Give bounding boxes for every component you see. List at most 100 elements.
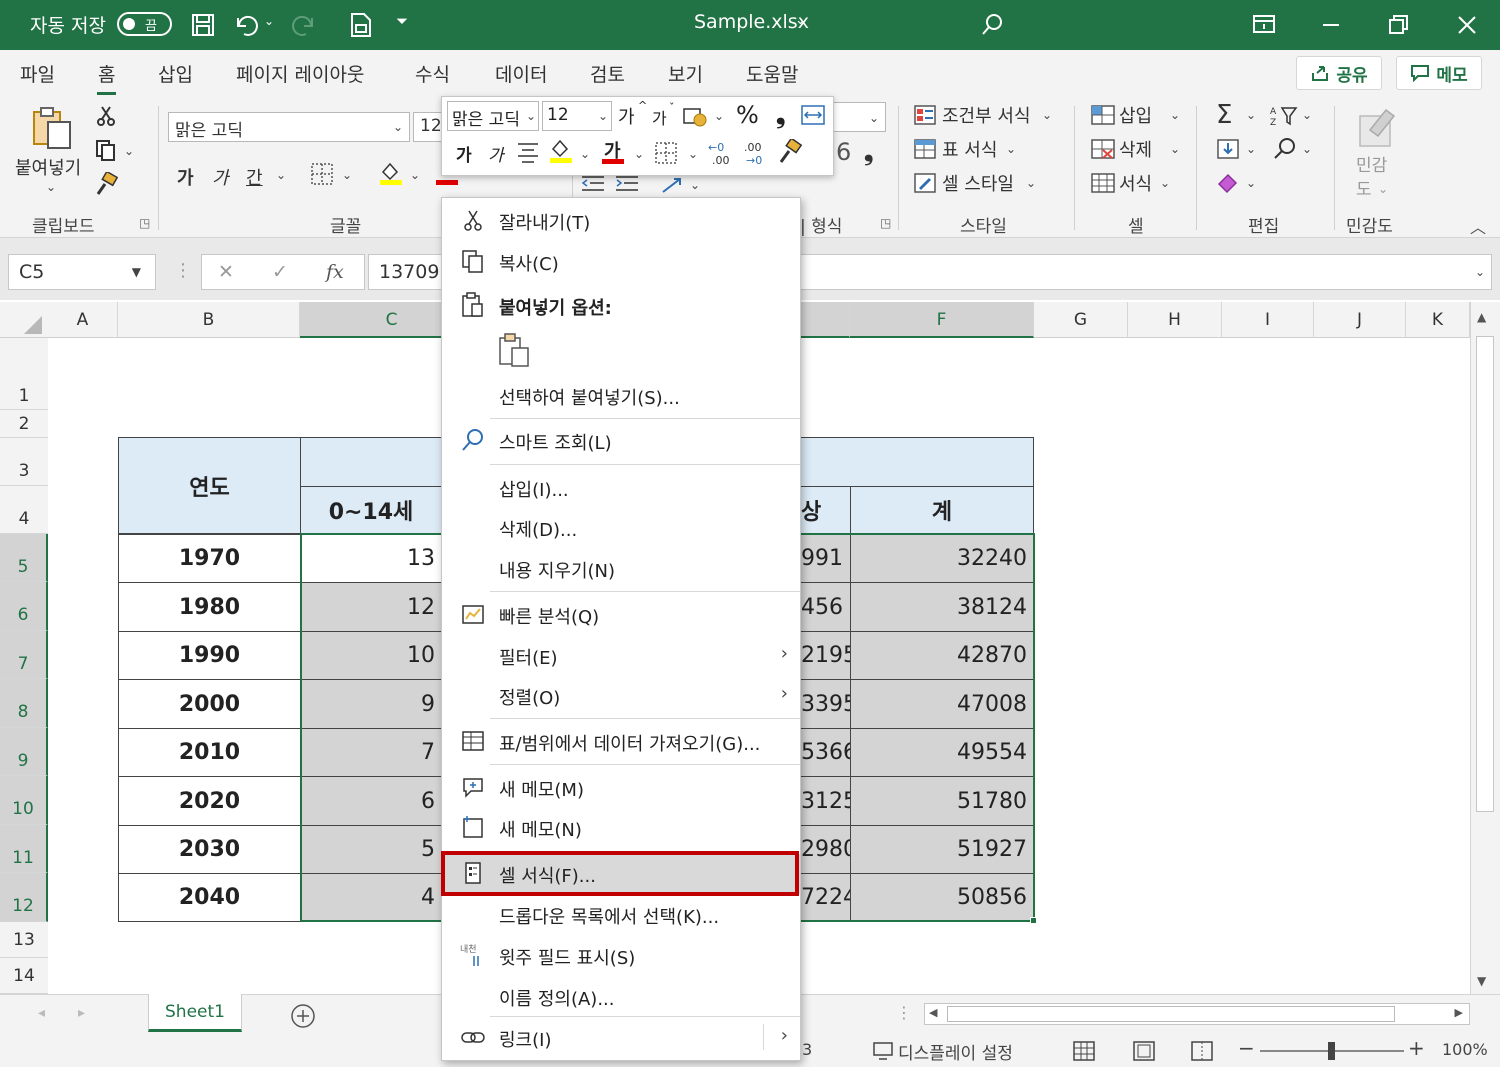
format-cells-ribbon-icon[interactable] [1090,172,1116,194]
e-value-cell[interactable]: 2980 [800,825,851,874]
menu-item-sort[interactable]: 정렬(O) › [442,676,800,714]
row-header-6[interactable]: 6 [0,582,48,631]
menu-item-insert[interactable]: 삽입(I)... [442,468,800,506]
copy-icon[interactable] [94,138,118,162]
undo-icon[interactable] [232,12,260,38]
decrease-indent-icon[interactable] [580,174,606,194]
year-cell[interactable]: 2020 [118,776,301,826]
menu-item-copy[interactable]: 복사(C) [442,242,800,280]
col-header-b[interactable]: B [118,302,300,338]
increase-indent-icon[interactable] [614,174,640,194]
mini-borders-icon[interactable] [654,141,678,165]
number-launcher-icon[interactable]: ◳ [880,216,891,230]
redo-icon[interactable] [290,12,318,38]
menu-item-new-comment[interactable]: 새 메모(M) [442,768,800,806]
underline-button[interactable]: 간 [246,164,263,190]
format-cells-dropdown-icon[interactable]: ⌄ [1160,176,1170,190]
c-value-cell[interactable]: 13 [300,534,442,583]
row-header-9[interactable]: 9 [0,728,48,776]
clear-dropdown-icon[interactable]: ⌄ [1246,176,1256,190]
sensitivity-dropdown-icon[interactable]: ⌄ [1378,182,1388,196]
hscroll-thumb[interactable] [947,1006,1395,1022]
tab-help[interactable]: 도움말 [746,60,798,87]
decrease-decimal-partial[interactable]: 6 [836,138,851,166]
mini-format-painter-icon[interactable] [776,139,804,165]
tab-review[interactable]: 검토 [590,60,625,87]
mini-center-align-icon[interactable] [516,141,540,163]
borders-dropdown-icon[interactable]: ⌄ [342,168,352,182]
row-header-2[interactable]: 2 [0,410,48,438]
delete-cells-button[interactable]: 삭제 [1119,136,1152,162]
mini-comma-button[interactable]: ❟ [776,101,785,129]
col-header-k[interactable]: K [1406,302,1470,338]
close-icon[interactable] [1456,14,1478,36]
sheet-tab-sheet1[interactable]: Sheet1 [148,994,242,1032]
autosum-dropdown-icon[interactable]: ⌄ [1246,108,1256,122]
row-header-10[interactable]: 10 [0,776,48,825]
c-value-cell[interactable]: 7 [300,728,442,777]
clear-icon[interactable] [1216,170,1242,194]
scroll-left-icon[interactable]: ◀ [929,1006,937,1019]
tab-view[interactable]: 보기 [668,60,703,87]
add-sheet-icon[interactable] [290,1003,316,1029]
search-icon[interactable] [980,12,1006,38]
year-cell[interactable]: 2000 [118,679,301,729]
mini-percent-button[interactable]: % [736,101,759,129]
menu-item-link[interactable]: 링크(I) › [442,1018,800,1056]
menu-item-show-phonetic[interactable]: 내천 윗주 필드 표시(S) [442,936,800,974]
row-header-7[interactable]: 7 [0,631,48,679]
find-select-dropdown-icon[interactable]: ⌄ [1302,142,1312,156]
mini-decrease-decimal-icon[interactable]: .00 →0 [744,139,774,167]
row-header-11[interactable]: 11 [0,825,48,873]
insert-cells-dropdown-icon[interactable]: ⌄ [1170,108,1180,122]
formula-bar-grip-icon[interactable]: ⋮ [174,260,192,281]
bold-button[interactable]: 가 [177,164,194,190]
format-as-table-icon[interactable] [913,138,937,160]
mini-fill-color-dropdown-icon[interactable]: ⌄ [580,147,590,161]
select-all-icon[interactable] [22,314,44,336]
f-value-cell[interactable]: 47008 [850,679,1034,729]
restore-icon[interactable] [1388,14,1410,36]
f-value-cell[interactable]: 32240 [850,534,1034,583]
menu-item-pick-from-dropdown[interactable]: 드롭다운 목록에서 선택(K)... [442,895,800,933]
italic-button[interactable]: 가 [212,164,229,190]
menu-item-smart-lookup[interactable]: 스마트 조회(L) [442,421,800,459]
mini-bold-button[interactable]: 가 [456,141,472,166]
f-value-cell[interactable]: 38124 [850,582,1034,632]
horizontal-scrollbar[interactable]: ◀ ▶ [924,1003,1470,1025]
fill-handle[interactable] [1030,917,1037,924]
cell-styles-button[interactable]: 셀 스타일 [942,170,1014,196]
zoom-level[interactable]: 100% [1442,1040,1488,1059]
paste-label[interactable]: 붙여넣기 [15,154,81,180]
mini-font-color-dropdown-icon[interactable]: ⌄ [634,147,644,161]
c-value-cell[interactable]: 5 [300,825,442,874]
mini-borders-dropdown-icon[interactable]: ⌄ [688,147,698,161]
fill-down-dropdown-icon[interactable]: ⌄ [1246,142,1256,156]
prev-sheet-icon[interactable]: ◂ [38,1005,45,1021]
autosum-icon[interactable]: Σ [1216,100,1232,130]
autosave-toggle[interactable]: 끔 [117,12,172,36]
fill-down-icon[interactable] [1216,138,1240,160]
col-header-g[interactable]: G [1034,302,1128,338]
zoom-out-button[interactable]: − [1238,1036,1255,1060]
year-cell[interactable]: 2010 [118,728,301,777]
font-size-combo[interactable]: 12 [413,112,443,142]
mini-fill-color-icon[interactable] [548,137,574,165]
f-value-cell[interactable]: 49554 [850,728,1034,777]
f-value-cell[interactable]: 42870 [850,631,1034,680]
comma-style-icon[interactable]: ❟ [864,138,873,166]
format-cells-button[interactable]: 서식 [1119,170,1152,196]
undo-dropdown-icon[interactable]: ⌄ [264,14,274,28]
paste-dropdown-icon[interactable]: ⌄ [46,180,56,194]
memo-button[interactable]: 메모 [1396,56,1482,90]
scroll-up-icon[interactable]: ▲ [1477,310,1486,324]
format-as-table-dropdown-icon[interactable]: ⌄ [1006,142,1016,156]
copy-dropdown-icon[interactable]: ⌄ [124,144,134,158]
mini-italic-button[interactable]: 가 [488,141,504,166]
menu-item-paste-special[interactable]: 선택하여 붙여넣기(S)... [442,376,800,414]
c-value-cell[interactable]: 9 [300,679,442,729]
c-header[interactable]: 0~14세 [300,486,442,534]
collapse-ribbon-icon[interactable]: ︿ [1470,214,1486,238]
year-cell[interactable]: 1990 [118,631,301,680]
row-header-8[interactable]: 8 [0,679,48,728]
